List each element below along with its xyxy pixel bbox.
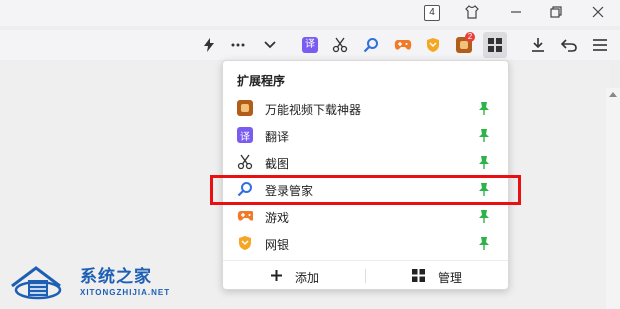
lightning-icon[interactable]: [198, 34, 220, 56]
video-downloader-icon: [237, 100, 253, 116]
undo-icon[interactable]: [558, 34, 580, 56]
translate-icon[interactable]: 译: [299, 34, 321, 56]
extension-label: 万能视频下载神器: [265, 103, 362, 117]
watermark-subtitle: XITONGZHIJIA.NET: [80, 288, 171, 297]
video-downloader-icon[interactable]: 2: [453, 32, 475, 56]
manage-extensions-button[interactable]: 管理: [408, 266, 498, 286]
shield-icon[interactable]: [422, 34, 444, 56]
pin-icon[interactable]: [478, 155, 490, 169]
chevron-down-icon[interactable]: [259, 34, 281, 56]
extension-row-screenshot[interactable]: 截图: [223, 150, 508, 176]
scrollbar[interactable]: [606, 88, 620, 309]
grid-icon: [412, 269, 425, 282]
popup-title: 扩展程序: [237, 74, 286, 88]
title-bar: [0, 0, 620, 26]
extension-row-translate[interactable]: 译 翻译: [223, 123, 508, 149]
scissors-icon[interactable]: [329, 34, 351, 56]
footer-separator: [365, 269, 366, 283]
extension-row-online-banking[interactable]: 网银: [223, 231, 508, 257]
address-bar[interactable]: [0, 30, 190, 60]
extension-row-video-downloader[interactable]: 万能视频下载神器: [223, 96, 508, 122]
add-extension-button[interactable]: 添加: [263, 266, 353, 286]
watermark-title: 系统之家: [80, 267, 152, 286]
pin-icon[interactable]: [478, 101, 490, 115]
menu-icon[interactable]: [589, 34, 611, 56]
extension-label: 网银: [265, 238, 290, 252]
skin-icon[interactable]: [461, 2, 483, 22]
translate-icon: 译: [237, 127, 253, 143]
extension-label: 截图: [265, 157, 290, 171]
pin-icon[interactable]: [478, 236, 490, 250]
watermark-logo: [10, 262, 74, 307]
manage-label: 管理: [438, 271, 463, 285]
pin-icon[interactable]: [478, 209, 490, 223]
popup-divider: [223, 260, 508, 261]
gamepad-icon[interactable]: [392, 34, 414, 56]
restore-button[interactable]: [545, 2, 567, 22]
download-icon[interactable]: [527, 34, 549, 56]
grid-icon: [488, 38, 502, 52]
shield-icon: [237, 235, 253, 251]
translate-glyph: 译: [302, 37, 318, 53]
extension-row-games[interactable]: 游戏: [223, 204, 508, 230]
pin-icon[interactable]: [478, 128, 490, 142]
scissors-icon: [237, 154, 253, 170]
login-manager-icon[interactable]: [360, 34, 382, 56]
extension-label: 翻译: [265, 130, 290, 144]
extension-label: 游戏: [265, 211, 290, 225]
highlight-box: [210, 175, 521, 205]
notification-badge: 2: [465, 32, 475, 42]
minimize-button[interactable]: [505, 2, 527, 22]
close-button[interactable]: [587, 2, 609, 22]
add-label: 添加: [295, 271, 320, 285]
extensions-button[interactable]: [483, 32, 507, 58]
tab-count-badge[interactable]: 4: [424, 5, 440, 21]
gamepad-icon: [237, 208, 253, 224]
plus-icon: [271, 270, 282, 281]
more-icon[interactable]: [227, 34, 249, 56]
scroll-up-icon: [609, 92, 617, 97]
